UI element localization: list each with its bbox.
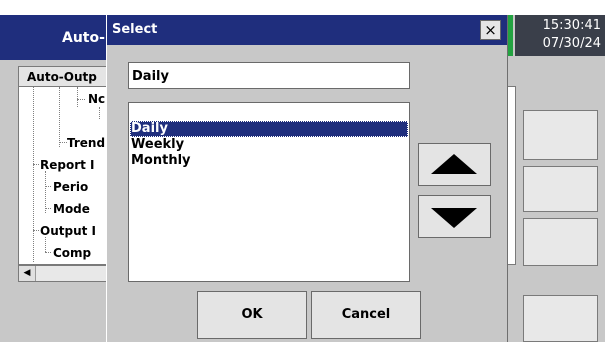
clock-display: 15:30:41 07/30/24: [515, 15, 605, 56]
background-window-title: Auto-: [62, 30, 105, 46]
dialog-title: Select: [112, 22, 158, 37]
tree-item-node[interactable]: Nc: [88, 92, 105, 106]
tree-connector: [45, 186, 51, 187]
select-dialog: Select × Daily Daily Weekly Monthly OK C…: [106, 15, 508, 342]
tree-connector: [77, 87, 78, 107]
tree-connector: [59, 87, 60, 147]
settings-tree[interactable]: Nc Trend Report I Perio Mode Output I Co…: [18, 86, 110, 265]
list-item-monthly[interactable]: Monthly: [130, 153, 408, 169]
tree-connector: [45, 171, 46, 213]
tree-item-mode[interactable]: Mode: [53, 202, 90, 216]
dialog-title-bar: Select ×: [107, 15, 507, 45]
tree-connector: [33, 87, 34, 262]
move-down-button[interactable]: [418, 195, 491, 238]
side-button-4[interactable]: [523, 295, 598, 342]
side-button-3[interactable]: [523, 218, 598, 266]
tree-connector: [77, 99, 85, 100]
tree-connector: [99, 107, 100, 119]
tree-item-trend[interactable]: Trend: [67, 136, 105, 150]
close-button[interactable]: ×: [480, 20, 501, 40]
options-list[interactable]: Daily Weekly Monthly: [128, 102, 410, 282]
tree-connector: [33, 164, 39, 165]
tree-item-comp[interactable]: Comp: [53, 246, 91, 260]
tree-horizontal-scrollbar[interactable]: ◀: [18, 265, 110, 282]
tree-item-period[interactable]: Perio: [53, 180, 88, 194]
selected-value-field[interactable]: Daily: [128, 62, 410, 89]
list-item-daily[interactable]: Daily: [130, 121, 408, 137]
scroll-left-icon[interactable]: ◀: [19, 266, 36, 281]
side-button-2[interactable]: [523, 166, 598, 212]
tree-connector: [59, 142, 67, 143]
list-item-weekly[interactable]: Weekly: [130, 137, 408, 153]
background-tab-auto-output[interactable]: Auto-Outp: [18, 66, 113, 86]
tree-connector: [45, 252, 51, 253]
clock-time: 15:30:41: [542, 18, 601, 33]
close-icon: ×: [484, 21, 497, 39]
cancel-button[interactable]: Cancel: [311, 291, 421, 339]
tree-connector: [33, 230, 39, 231]
clock-date: 07/30/24: [542, 36, 601, 51]
tree-item-output[interactable]: Output I: [40, 224, 96, 238]
screen: Auto- Auto-Outp Nc Trend Report I Perio …: [0, 0, 605, 342]
tree-connector: [45, 208, 51, 209]
tree-item-report[interactable]: Report I: [40, 158, 95, 172]
arrow-up-icon: [431, 154, 477, 174]
move-up-button[interactable]: [418, 143, 491, 186]
tree-connector: [45, 237, 46, 252]
arrow-down-icon: [431, 208, 477, 228]
side-button-1[interactable]: [523, 110, 598, 160]
ok-button[interactable]: OK: [197, 291, 307, 339]
